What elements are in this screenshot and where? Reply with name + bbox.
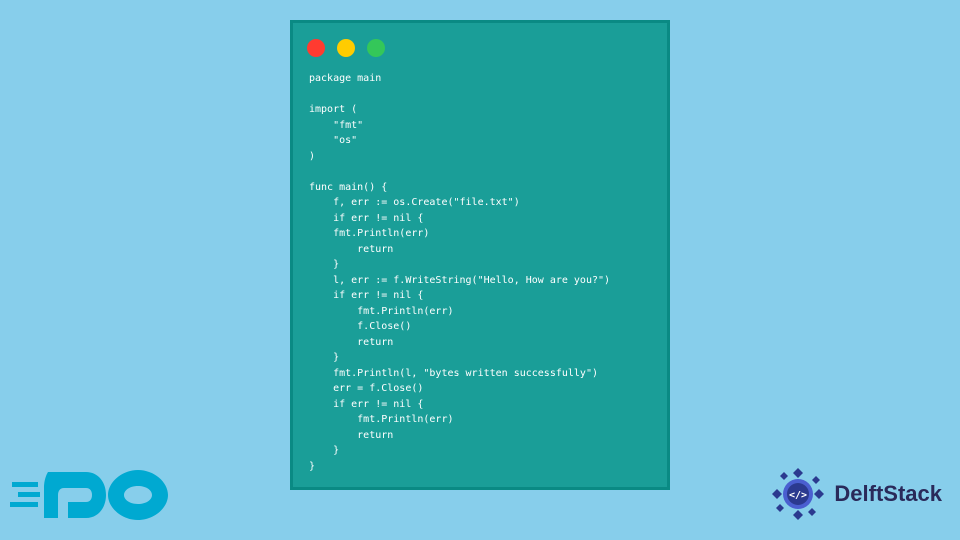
maximize-icon [367,39,385,57]
close-icon [307,39,325,57]
code-window: package main import ( "fmt" "os" ) func … [290,20,670,490]
minimize-icon [337,39,355,57]
delftstack-icon: </> [770,466,826,522]
code-block: package main import ( "fmt" "os" ) func … [293,67,667,490]
go-logo [10,460,180,530]
window-traffic-lights [293,23,667,67]
delftstack-label: DelftStack [834,481,942,507]
svg-text:</>: </> [789,490,807,501]
delftstack-logo: </> DelftStack [770,466,942,522]
